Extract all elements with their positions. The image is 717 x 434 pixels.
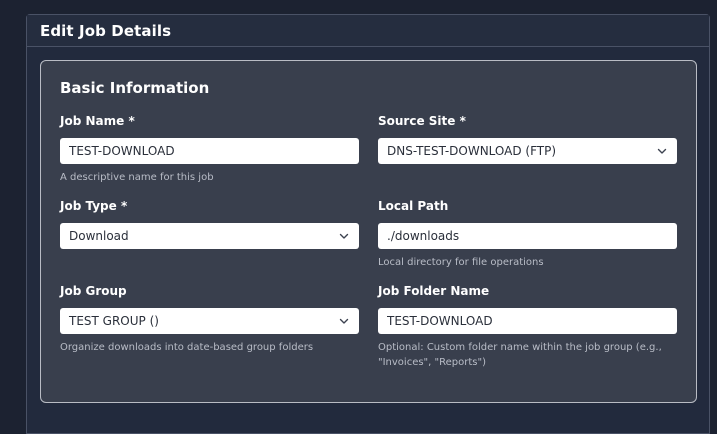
local-path-field: Local Path Local directory for file oper… xyxy=(378,198,678,270)
job-folder-name-field: Job Folder Name Optional: Custom folder … xyxy=(378,283,678,370)
local-path-input[interactable] xyxy=(378,223,677,249)
job-folder-name-help: Optional: Custom folder name within the … xyxy=(378,342,662,368)
source-site-select[interactable]: DNS-TEST-DOWNLOAD (FTP) xyxy=(378,138,677,164)
job-name-input[interactable] xyxy=(60,138,359,164)
chevron-down-icon xyxy=(339,233,349,239)
local-path-help: Local directory for file operations xyxy=(378,257,544,268)
job-group-help: Organize downloads into date-based group… xyxy=(60,342,314,353)
job-name-field: Job Name * A descriptive name for this j… xyxy=(60,113,360,185)
section-title: Basic Information xyxy=(60,79,210,97)
job-type-label: Job Type * xyxy=(60,199,128,213)
source-site-field: Source Site * DNS-TEST-DOWNLOAD (FTP) xyxy=(378,113,678,164)
basic-information-card: Basic Information Job Name * A descripti… xyxy=(40,60,697,403)
job-group-value: TEST GROUP () xyxy=(69,314,159,328)
chevron-down-icon xyxy=(657,148,667,154)
source-site-label: Source Site * xyxy=(378,114,466,128)
job-group-field: Job Group TEST GROUP () Organize downloa… xyxy=(60,283,360,355)
job-type-field: Job Type * Download xyxy=(60,198,360,249)
job-group-label: Job Group xyxy=(60,284,127,298)
edit-job-details-panel: Edit Job Details Basic Information Job N… xyxy=(26,14,710,434)
job-group-select[interactable]: TEST GROUP () xyxy=(60,308,359,334)
job-type-select[interactable]: Download xyxy=(60,223,359,249)
job-type-value: Download xyxy=(69,229,129,243)
job-folder-name-input[interactable] xyxy=(378,308,677,334)
panel-title: Edit Job Details xyxy=(40,21,172,40)
panel-header: Edit Job Details xyxy=(27,15,709,47)
job-name-label: Job Name * xyxy=(60,114,135,128)
local-path-label: Local Path xyxy=(378,199,449,213)
job-folder-name-label: Job Folder Name xyxy=(378,284,490,298)
job-name-help: A descriptive name for this job xyxy=(60,172,214,183)
chevron-down-icon xyxy=(339,318,349,324)
source-site-value: DNS-TEST-DOWNLOAD (FTP) xyxy=(387,144,557,158)
